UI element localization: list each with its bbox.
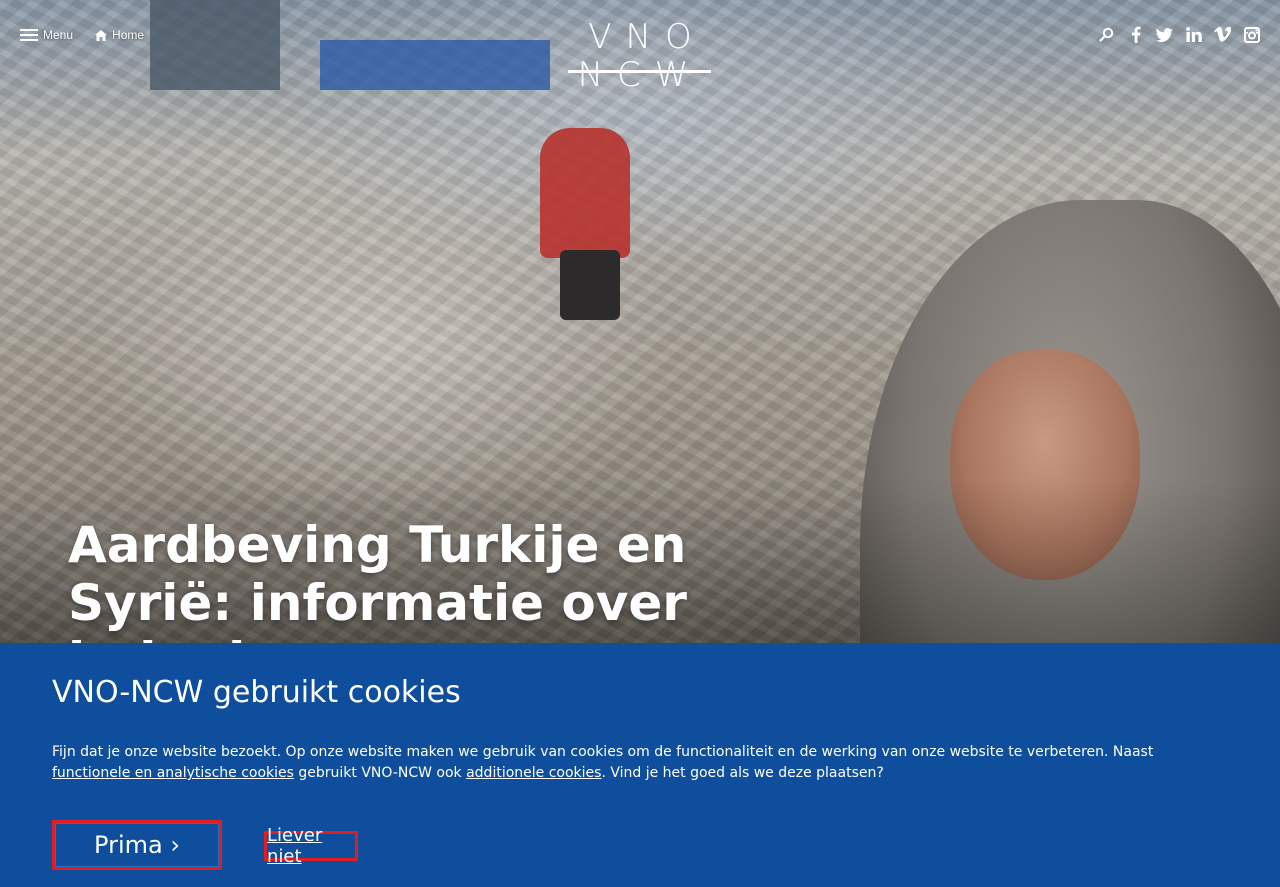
nav-social [1098, 26, 1260, 43]
facebook-icon[interactable] [1127, 26, 1144, 43]
menu-label: Menu [43, 28, 74, 42]
cookie-banner: VNO-NCW gebruikt cookies Fijn dat je onz… [0, 643, 1280, 887]
site-logo[interactable]: VNO NCW [512, 18, 768, 94]
linkedin-icon[interactable] [1185, 26, 1202, 43]
hamburger-icon [20, 29, 38, 41]
top-navigation: Menu Home VNO NCW [0, 0, 1280, 94]
search-icon[interactable] [1098, 26, 1115, 43]
functional-cookies-link[interactable]: functionele en analytische cookies [52, 765, 294, 781]
accept-button-label: Prima › [55, 823, 219, 867]
vimeo-icon[interactable] [1214, 26, 1231, 43]
home-link[interactable]: Home [95, 28, 144, 42]
nav-left: Menu Home [20, 28, 144, 42]
logo-text: VNO NCW [577, 17, 706, 95]
home-label: Home [112, 28, 145, 42]
cookie-text-part1: Fijn dat je onze website bezoekt. Op onz… [52, 744, 1154, 760]
person-red-jacket [540, 128, 630, 258]
cookie-text-part3: . Vind je het goed als we deze plaatsen? [601, 765, 884, 781]
cookie-text-part2: gebruikt VNO-NCW ook [293, 765, 467, 781]
twitter-icon[interactable] [1156, 26, 1173, 43]
accept-cookies-button[interactable]: Prima › [52, 820, 222, 870]
home-icon [95, 29, 108, 41]
person-legs [560, 250, 620, 320]
decline-cookies-button[interactable]: Liever niet [264, 825, 358, 867]
logo-underline [568, 70, 711, 73]
menu-button[interactable]: Menu [20, 28, 73, 42]
additional-cookies-link[interactable]: additionele cookies [466, 765, 601, 781]
cookie-text: Fijn dat je onze website bezoekt. Op onz… [52, 742, 1192, 784]
cookie-title: VNO-NCW gebruikt cookies [52, 675, 461, 710]
instagram-icon[interactable] [1243, 26, 1260, 43]
